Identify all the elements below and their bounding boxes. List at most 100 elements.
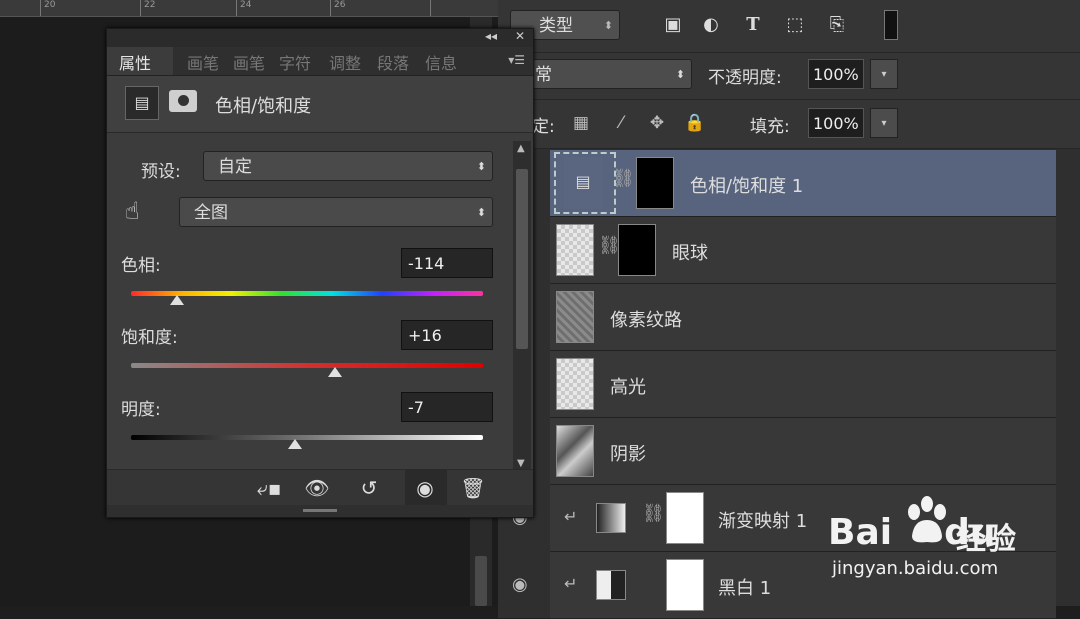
layer-thumbnail [556,291,594,343]
lightness-label: 明度: [121,400,161,420]
view-previous-state-icon[interactable]: 👁 [303,476,331,500]
type-filter-icon[interactable]: T [742,14,764,36]
adjustment-filter-icon[interactable]: ◐ [700,14,722,36]
properties-panel: ◂◂ ✕ 属性 画笔 画笔 字符 调整 段落 信息 ▾☰ ▤ 色相/饱和度 预设… [106,28,534,518]
opacity-input[interactable]: 100% [808,59,864,89]
channel-select[interactable]: 全图 ⬍ [179,197,493,227]
smart-object-filter-icon[interactable]: ⎘ [826,14,848,36]
updown-arrows-icon: ⬍ [675,68,685,81]
link-icon[interactable]: ⛓ [642,503,665,524]
properties-header: ▤ 色相/饱和度 [107,76,533,133]
fill-input[interactable]: 100% [808,108,864,138]
panel-titlebar[interactable]: ◂◂ ✕ [107,29,533,47]
layer-row[interactable]: ⛓ 眼球 [550,217,1056,284]
adjustment-title: 色相/饱和度 [215,96,312,117]
tab-paragraph[interactable]: 段落 [377,50,409,74]
lock-transparent-icon[interactable]: ▦ [570,112,592,134]
lightness-slider-thumb[interactable] [287,439,302,449]
shape-filter-icon[interactable]: ⬚ [784,14,806,36]
scroll-up-icon[interactable]: ▲ [517,143,525,154]
saturation-input[interactable]: +16 [401,320,493,350]
layer-name: 黑白 1 [718,578,772,599]
preset-select[interactable]: 自定 ⬍ [203,151,493,181]
properties-footer: ⤶▪ 👁 ↺ ◉ 🗑 [107,469,533,506]
visibility-cell[interactable]: ◉ [498,552,551,618]
updown-arrows-icon: ⬍ [603,19,613,32]
collapse-icon[interactable]: ◂◂ [485,29,497,43]
eye-icon[interactable]: ◉ [512,574,528,595]
hue-slider-thumb[interactable] [169,295,184,305]
targeted-adjustment-hand-icon[interactable]: ☝ [125,197,140,225]
hue-saturation-adjustment-icon: ▤ [564,157,602,209]
reset-icon[interactable]: ↺ [355,476,383,500]
lock-position-icon[interactable]: ✥ [646,112,668,134]
trash-icon[interactable]: 🗑 [459,476,487,500]
layer-mask-thumbnail[interactable] [666,492,704,544]
baidu-jingyan-watermark: Bai du 经验 jingyan.baidu.com [828,492,1068,582]
blend-mode-value: 常 [535,65,552,85]
tab-adjustments[interactable]: 调整 [329,50,361,74]
layer-thumbnail [556,425,594,477]
hue-slider-track[interactable] [131,291,483,296]
tab-properties[interactable]: 属性 [119,50,151,74]
lock-all-icon[interactable]: 🔒 [684,112,706,134]
layer-mask-thumbnail[interactable] [618,224,656,276]
tab-brush[interactable]: 画笔 [187,50,219,74]
layer-mask-thumbnail[interactable] [666,559,704,611]
mask-icon[interactable] [169,90,197,112]
visibility-eye-icon[interactable]: ◉ [411,476,439,500]
lock-image-icon[interactable]: ⁄ [610,112,632,134]
updown-arrows-icon: ⬍ [476,160,486,173]
updown-arrows-icon: ⬍ [476,206,486,219]
opacity-dropdown-button[interactable]: ▾ [870,59,898,89]
hue-saturation-adjustment-icon[interactable]: ▤ [125,86,159,120]
close-icon[interactable]: ✕ [515,29,525,43]
ruler-number: 24 [240,0,252,10]
preset-value: 自定 [218,157,252,177]
scrollbar-thumb[interactable] [516,169,528,349]
fill-dropdown-button[interactable]: ▾ [870,108,898,138]
saturation-slider-thumb[interactable] [328,367,343,377]
watermark-url: jingyan.baidu.com [832,558,999,579]
layer-row[interactable]: ▤ ⛓ 色相/饱和度 1 [550,150,1056,217]
tab-brush-presets[interactable]: 画笔 [233,50,265,74]
saturation-slider-track[interactable] [131,363,483,368]
panel-resize-bar[interactable] [107,505,533,517]
lightness-slider-track[interactable] [131,435,483,440]
black-white-adjustment-icon [596,570,626,600]
tab-info[interactable]: 信息 [425,50,457,74]
layer-thumbnail [556,224,594,276]
layer-thumbnail [556,358,594,410]
layer-name: 眼球 [672,243,708,264]
ruler-number: 26 [334,0,346,10]
properties-scrollbar[interactable]: ▲ ▼ [513,141,531,471]
blend-mode-select[interactable]: 常 ⬍ [522,59,692,89]
preset-label: 预设: [141,162,181,182]
ruler-number: 20 [44,0,56,10]
layer-name: 像素纹路 [610,310,682,331]
panel-menu-icon[interactable]: ▾☰ [508,53,525,67]
watermark-jingyan: 经验 [956,522,1016,557]
clipping-arrow-icon: ↵ [564,574,578,593]
layer-row[interactable]: 像素纹路 [550,284,1056,351]
hue-label: 色相: [121,256,161,276]
kind-filter-value: 类型 [539,16,573,36]
layer-name: 高光 [610,377,646,398]
layer-name: 阴影 [610,444,646,465]
layer-mask-thumbnail[interactable] [636,157,674,209]
hue-input[interactable]: -114 [401,248,493,278]
filter-toggle-icon[interactable] [884,10,898,40]
image-filter-icon[interactable]: ▣ [662,14,684,36]
tab-character[interactable]: 字符 [279,50,311,74]
gradient-map-icon [596,503,626,533]
clip-to-layer-icon[interactable]: ⤶▪ [255,476,283,500]
layer-row[interactable]: 高光 [550,351,1056,418]
opacity-label: 不透明度: [708,68,782,88]
lightness-input[interactable]: -7 [401,392,493,422]
scroll-down-icon[interactable]: ▼ [517,458,525,469]
saturation-label: 饱和度: [121,328,178,348]
scrollbar-thumb[interactable] [475,556,487,606]
link-icon[interactable]: ⛓ [612,168,635,189]
layer-row[interactable]: 阴影 [550,418,1056,485]
clipping-arrow-icon: ↵ [564,507,578,526]
